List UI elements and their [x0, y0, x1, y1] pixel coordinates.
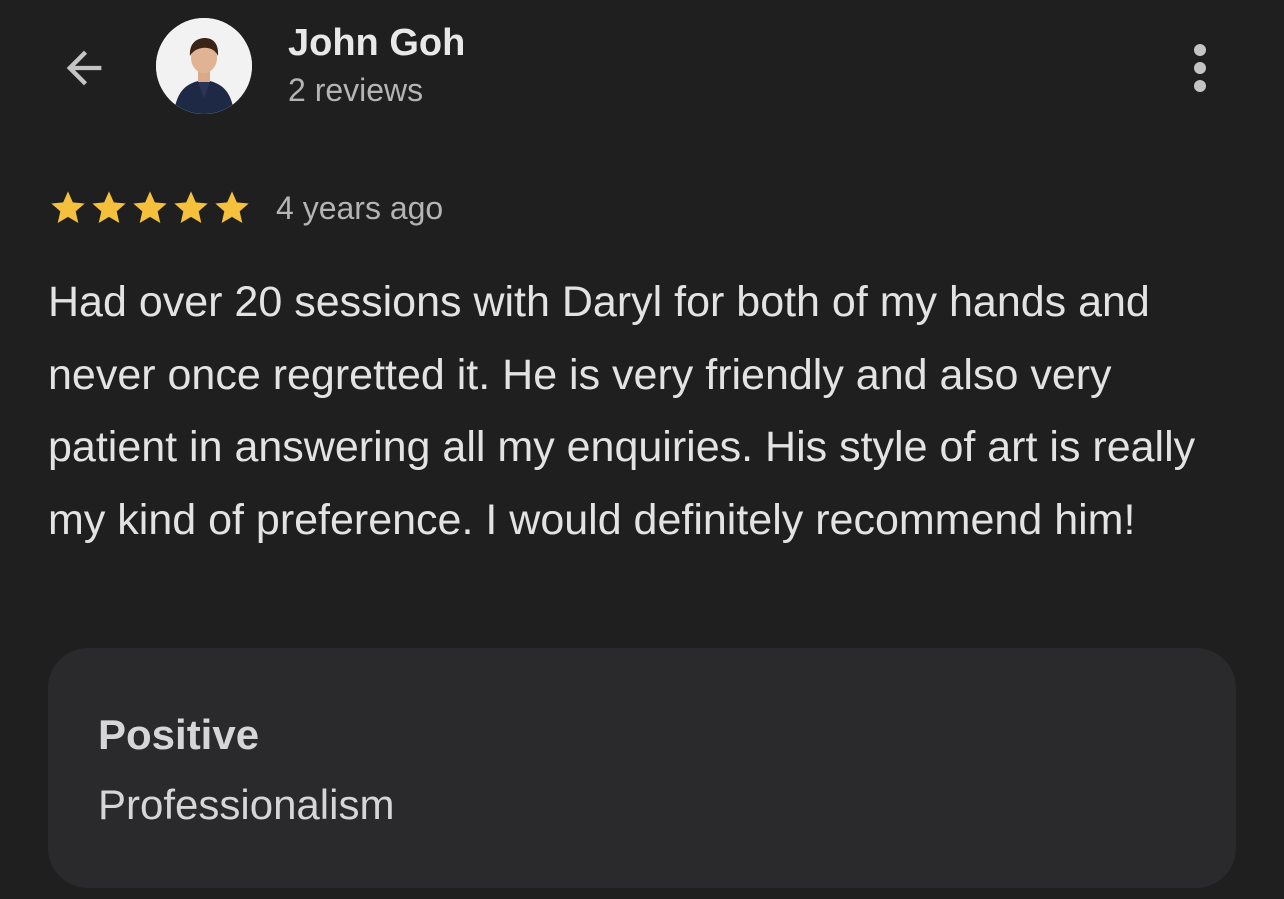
star-rating: [48, 188, 252, 228]
user-name[interactable]: John Goh: [288, 20, 465, 66]
review-age: 4 years ago: [276, 189, 444, 226]
attribute-heading: Positive: [98, 711, 260, 758]
arrow-back-icon: [66, 50, 102, 86]
reviewer-header: John Goh 2 reviews: [0, 0, 1284, 150]
avatar[interactable]: [156, 18, 252, 114]
rating-row: 4 years ago: [48, 186, 443, 230]
more-options-button[interactable]: [1176, 36, 1224, 100]
star-icon: [215, 191, 249, 223]
back-button[interactable]: [52, 36, 116, 100]
attribute-value: Professionalism: [98, 781, 395, 828]
star-icon: [133, 191, 167, 223]
star-icon: [92, 191, 126, 223]
profile-photo: [156, 18, 252, 114]
review-text: Had over 20 sessions with Daryl for both…: [48, 278, 1196, 544]
review-attributes-card: Positive Professionalism: [48, 648, 1236, 888]
star-icon: [51, 191, 85, 223]
star-icon: [174, 191, 208, 223]
review-count: 2 reviews: [288, 72, 424, 108]
more-vert-icon: [1194, 44, 1206, 92]
